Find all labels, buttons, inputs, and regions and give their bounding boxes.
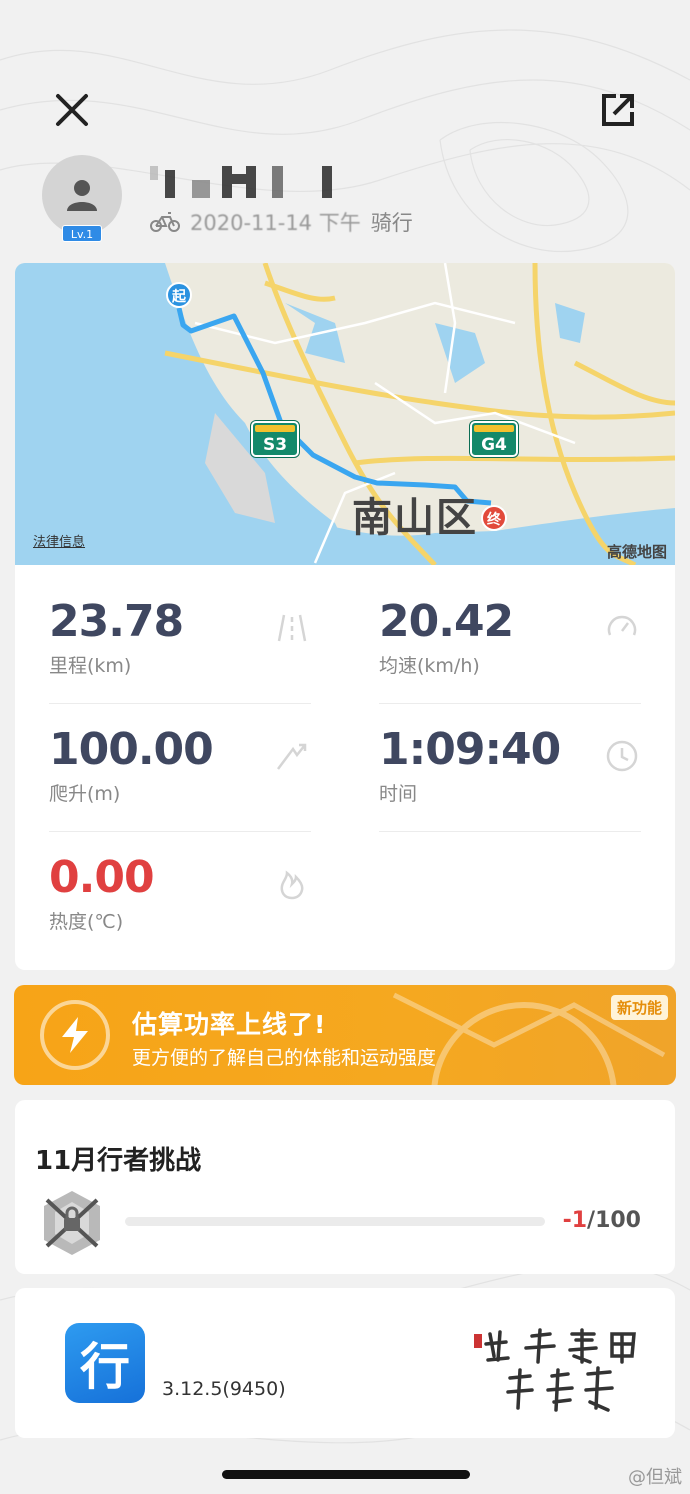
- district-label: 南山区: [352, 495, 478, 541]
- avatar[interactable]: Lv.1: [42, 155, 124, 245]
- speed-label: 均速(km/h): [379, 655, 480, 677]
- app-logo: 行: [65, 1323, 145, 1403]
- weibo-watermark: @但斌: [628, 1467, 682, 1488]
- road-badge-g4: G4: [470, 421, 518, 457]
- level-badge: Lv.1: [62, 225, 102, 242]
- activity-type: 骑行: [370, 211, 413, 235]
- challenge-progress-bar: [125, 1217, 545, 1226]
- share-button[interactable]: [598, 90, 638, 130]
- stat-distance: 23.78 里程(km): [49, 597, 329, 678]
- climb-icon: [277, 743, 307, 770]
- app-footer-card: 行 3.12.5(9450): [15, 1288, 675, 1438]
- app-version: 3.12.5(9450): [162, 1378, 286, 1400]
- stats-divider: [379, 831, 641, 832]
- stat-time: 1:09:40 时间: [379, 725, 649, 806]
- stats-grid: 23.78 里程(km) 20.42 均速(km/h) 100.00 爬升(m)…: [15, 565, 675, 970]
- challenge-current: -1: [562, 1208, 588, 1233]
- lightning-icon: [40, 1000, 110, 1070]
- home-indicator[interactable]: [222, 1470, 470, 1479]
- power-estimate-banner[interactable]: 估算功率上线了! 更方便的了解自己的体能和运动强度 新功能: [14, 985, 676, 1085]
- challenge-progress-text: -1/100: [563, 1208, 641, 1233]
- challenge-total: /100: [587, 1208, 641, 1233]
- user-icon: [67, 180, 97, 211]
- stat-heat: 0.00 热度(℃): [49, 853, 329, 934]
- activity-date: 2020-11-14 下午: [190, 211, 361, 235]
- road-badge-s3: S3: [251, 421, 299, 457]
- stats-divider: [379, 703, 641, 704]
- close-button[interactable]: [52, 90, 92, 130]
- map-provider-label: 高德地图: [606, 543, 667, 561]
- share-icon: [602, 94, 634, 126]
- stat-climb: 100.00 爬升(m): [49, 725, 329, 806]
- username-redacted: [150, 166, 332, 198]
- activity-summary-card: 起 终 S3 G4 南山区 法律信息 高德地图 23.78 里程(km) 20.…: [15, 263, 675, 970]
- route-map[interactable]: 起 终 S3 G4 南山区 法律信息 高德地图: [15, 263, 675, 565]
- map-legal-link[interactable]: 法律信息: [33, 531, 85, 550]
- banner-title: 估算功率上线了!: [132, 1010, 327, 1039]
- monthly-challenge-card[interactable]: 11月行者挑战 -1/100: [15, 1100, 675, 1274]
- flame-icon: [280, 870, 304, 900]
- stats-divider: [49, 831, 311, 832]
- challenge-title: 11月行者挑战: [35, 1146, 202, 1176]
- heat-label: 热度(℃): [49, 911, 124, 933]
- speedometer-icon: [607, 615, 637, 636]
- calligraphy-seal: [474, 1328, 636, 1412]
- activity-meta: 2020-11-14 下午 骑行: [150, 207, 413, 237]
- time-label: 时间: [379, 783, 418, 805]
- distance-label: 里程(km): [49, 655, 132, 677]
- bicycle-icon: [150, 212, 180, 232]
- close-icon: [56, 94, 88, 126]
- clock-icon: [606, 740, 638, 772]
- climb-label: 爬升(m): [49, 783, 121, 805]
- stats-divider: [49, 703, 311, 704]
- route-start-marker: 起: [166, 282, 192, 308]
- road-icon: [277, 614, 307, 642]
- locked-badge-icon: [44, 1191, 100, 1255]
- stat-speed: 20.42 均速(km/h): [379, 597, 649, 678]
- banner-subtitle: 更方便的了解自己的体能和运动强度: [132, 1047, 437, 1069]
- new-feature-tag: 新功能: [610, 995, 668, 1020]
- route-end-marker: 终: [481, 505, 507, 531]
